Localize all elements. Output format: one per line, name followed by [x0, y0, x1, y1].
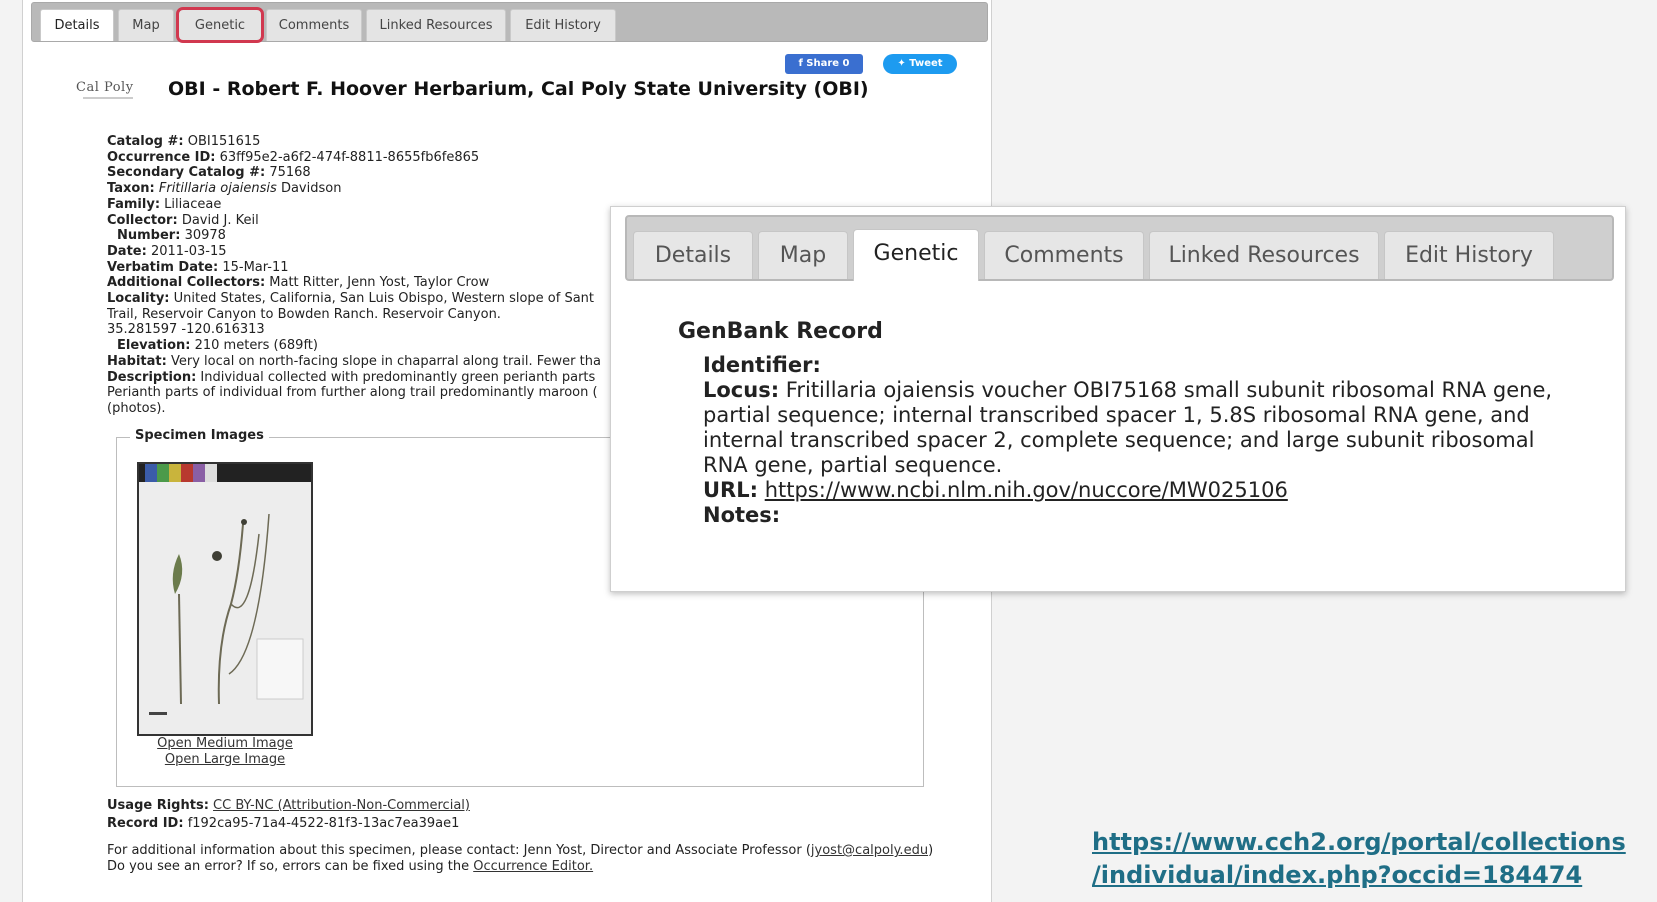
field-occurrence-id: Occurrence ID: 63ff95e2-a6f2-474f-8811-8… [107, 149, 480, 165]
field-description: Description: Individual collected with p… [107, 369, 596, 385]
tweet-button[interactable]: ✦ Tweet [883, 54, 957, 74]
field-catalog: Catalog #: OBI151615 [107, 134, 261, 149]
record-footer: Usage Rights: CC BY-NC (Attribution-Non-… [107, 797, 470, 833]
field-additional-collectors: Additional Collectors: Matt Ritter, Jenn… [107, 275, 490, 291]
cch2-url-line1: https://www.cch2.org/portal/collections [1092, 828, 1626, 856]
field-family: Family: Liliaceae [107, 196, 222, 212]
genbank-url: URL: https://www.ncbi.nlm.nih.gov/nuccor… [703, 478, 1288, 502]
field-description-cont: Perianth parts of individual from furthe… [107, 385, 598, 401]
image-links: Open Medium Image Open Large Image [137, 736, 313, 768]
genbank-record-title: GenBank Record [678, 319, 883, 344]
logo-subline [83, 97, 133, 99]
field-description-cont2: (photos). [107, 400, 166, 416]
tab-map[interactable]: Map [118, 9, 174, 41]
field-verbatim-date: Verbatim Date: 15-Mar-11 [107, 259, 289, 275]
tab-linked-resources[interactable]: Linked Resources [366, 9, 506, 41]
occurrence-editor-link[interactable]: Occurrence Editor. [473, 859, 593, 874]
genbank-identifier: Identifier: [703, 353, 821, 377]
open-large-image-link[interactable]: Open Large Image [137, 752, 313, 768]
genbank-record-body: Identifier: Locus: Fritillaria ojaiensis… [703, 353, 1583, 528]
zoom-tab-details[interactable]: Details [633, 231, 753, 279]
contact-email-link[interactable]: jyost@calpoly.edu [811, 843, 928, 858]
contact-info: For additional information about this sp… [107, 843, 934, 874]
usage-rights-link[interactable]: CC BY-NC (Attribution-Non-Commercial) [213, 798, 470, 813]
genbank-locus: Locus: Fritillaria ojaiensis voucher OBI… [703, 378, 1553, 477]
record-fields: Catalog #: OBI151615 Occurrence ID: 63ff… [107, 134, 647, 417]
zoom-tab-bar: Details Map Genetic Comments Linked Reso… [625, 215, 1614, 281]
genetic-zoom-overlay: Details Map Genetic Comments Linked Reso… [610, 206, 1626, 592]
open-medium-image-link[interactable]: Open Medium Image [137, 736, 313, 752]
usage-rights: Usage Rights: CC BY-NC (Attribution-Non-… [107, 798, 470, 813]
tab-details[interactable]: Details [40, 9, 114, 41]
field-secondary-catalog: Secondary Catalog #: 75168 [107, 165, 311, 181]
cch2-record-url[interactable]: https://www.cch2.org/portal/collections … [1092, 826, 1626, 892]
field-locality-cont: Trail, Reservoir Canyon to Bowden Ranch.… [107, 306, 501, 322]
record-id: Record ID: f192ca95-71a4-4522-81f3-13ac7… [107, 816, 460, 831]
tab-bar: Details Map Genetic Comments Linked Reso… [31, 2, 988, 43]
cal-poly-logo: Cal Poly [76, 80, 134, 95]
zoom-tab-map[interactable]: Map [758, 231, 848, 279]
genbank-notes: Notes: [703, 503, 781, 527]
genbank-url-link[interactable]: https://www.ncbi.nlm.nih.gov/nuccore/MW0… [765, 478, 1288, 502]
tab-edit-history[interactable]: Edit History [510, 9, 616, 41]
collection-title: OBI - Robert F. Hoover Herbarium, Cal Po… [168, 78, 869, 100]
tab-genetic[interactable]: Genetic [176, 7, 264, 43]
cch2-url-line2: /individual/index.php?occid=184474 [1092, 861, 1583, 889]
specimen-images-legend: Specimen Images [130, 428, 269, 443]
specimen-thumbnail[interactable] [137, 462, 313, 736]
field-elevation: Elevation: 210 meters (689ft) [117, 338, 318, 354]
zoom-tab-linked-resources[interactable]: Linked Resources [1149, 231, 1379, 279]
tab-comments[interactable]: Comments [266, 9, 362, 41]
field-locality: Locality: United States, California, San… [107, 291, 595, 307]
field-habitat: Habitat: Very local on north-facing slop… [107, 353, 601, 369]
facebook-share-button[interactable]: f Share 0 [785, 54, 863, 74]
zoom-tab-genetic[interactable]: Genetic [853, 229, 979, 281]
field-number: Number: 30978 [117, 228, 226, 244]
field-date: Date: 2011-03-15 [107, 243, 227, 259]
plant-specimen-image [149, 513, 304, 715]
field-collector: Collector: David J. Keil [107, 212, 259, 228]
zoom-tab-comments[interactable]: Comments [984, 231, 1144, 279]
field-coordinates: 35.281597 -120.616313 [107, 322, 265, 338]
twitter-icon: ✦ [897, 58, 910, 69]
field-taxon: Taxon: Fritillaria ojaiensis Davidson [107, 181, 342, 197]
zoom-tab-edit-history[interactable]: Edit History [1384, 231, 1554, 279]
